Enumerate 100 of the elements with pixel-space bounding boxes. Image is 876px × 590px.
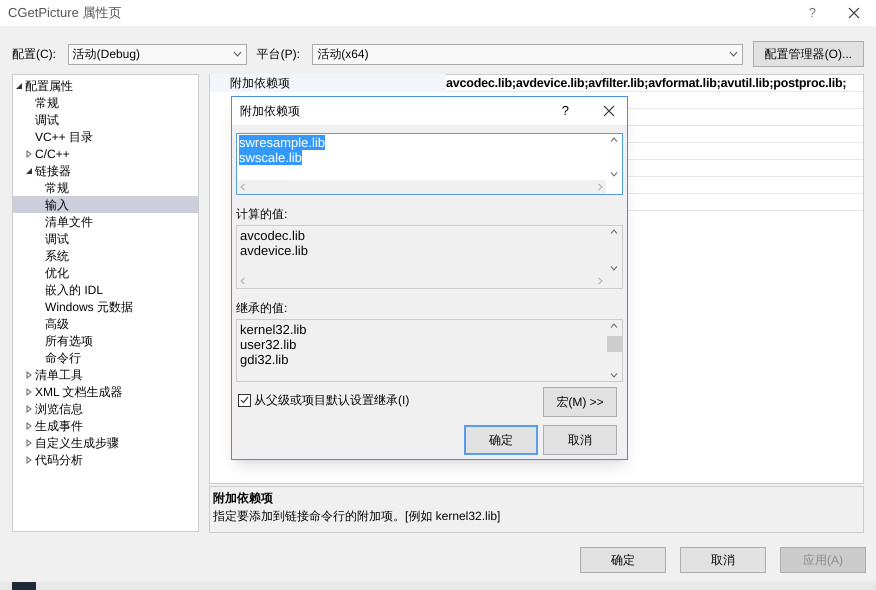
collapsed-triangle-icon <box>25 404 33 412</box>
tree-item[interactable]: 清单文件 <box>13 213 198 230</box>
collapsed-triangle-icon <box>25 422 33 430</box>
tree-item-label: 嵌入的 IDL <box>45 282 104 298</box>
ok-button[interactable]: 确定 <box>464 425 538 455</box>
tree-item-label: 清单文件 <box>45 214 93 230</box>
tree-item[interactable]: 配置属性 <box>13 77 198 94</box>
tree-item-label: 清单工具 <box>35 366 83 384</box>
tree-item[interactable]: 浏览信息 <box>13 400 198 417</box>
macro-button[interactable]: 宏(M) >> <box>543 387 617 417</box>
tree-item[interactable]: 输入 <box>13 196 198 213</box>
description-title: 附加依赖项 <box>213 490 274 507</box>
tree-item[interactable]: 命令行 <box>13 349 198 366</box>
scrollbar-thumb[interactable] <box>606 336 622 352</box>
collapsed-triangle-icon <box>25 438 33 446</box>
field-label: 配置(C): <box>12 46 57 63</box>
tree-item[interactable]: 生成事件 <box>13 417 198 434</box>
collapsed-triangle-icon <box>25 388 33 396</box>
dropdown[interactable]: 活动(x64) <box>312 44 743 64</box>
tree-item[interactable]: 系统 <box>13 247 198 264</box>
tree-item[interactable]: 所有选项 <box>13 332 198 349</box>
property-name: 附加依赖项 <box>210 74 446 92</box>
tree-item-label: VC++ 目录 <box>35 128 94 146</box>
tree-item-label: 命令行 <box>45 350 81 366</box>
list-item: user32.lib <box>240 337 298 352</box>
expanded-triangle-icon <box>15 82 23 90</box>
scroll-down-icon <box>610 373 618 378</box>
help-button[interactable]: ? <box>562 101 569 121</box>
list-item: avdevice.lib <box>240 243 309 258</box>
tree-item[interactable]: C/C++ <box>13 145 198 162</box>
close-icon <box>603 105 615 117</box>
close-button[interactable] <box>603 105 615 117</box>
tree-item-label: 常规 <box>45 180 69 196</box>
dropdown-value: 活动(Debug) <box>72 46 142 63</box>
section-label: 继承的值: <box>236 300 288 317</box>
dialog-title: 附加依赖项 <box>239 103 301 120</box>
field-label: 平台(P): <box>256 46 301 63</box>
section-label: 计算的值: <box>236 206 288 223</box>
tree-item[interactable]: 调试 <box>13 111 198 128</box>
scroll-down-icon <box>610 266 618 271</box>
tree-item-label: 调试 <box>35 112 59 128</box>
collapsed-triangle-icon <box>25 370 33 378</box>
tree-item-label: 所有选项 <box>45 332 93 350</box>
tree-item-label: 浏览信息 <box>35 400 83 418</box>
scroll-left-icon <box>240 183 245 191</box>
tree-item[interactable]: 自定义生成步骤 <box>13 434 198 451</box>
chevron-down-icon <box>728 51 738 57</box>
scroll-down-icon <box>610 172 618 177</box>
tree-item-label: 配置属性 <box>25 78 73 94</box>
scroll-right-icon <box>598 183 603 191</box>
tree-item[interactable]: XML 文档生成器 <box>13 383 198 400</box>
scroll-left-icon <box>240 277 245 285</box>
expanded-triangle-icon <box>25 166 33 174</box>
tree-item[interactable]: 代码分析 <box>13 451 198 468</box>
tree-item-label: 高级 <box>45 316 69 332</box>
config-manager-button[interactable]: 配置管理器(O)... <box>752 41 864 67</box>
description-text: 指定要添加到链接命令行的附加项。[例如 kernel32.lib] <box>213 508 502 525</box>
help-button[interactable]: ? <box>808 3 816 23</box>
tree-item[interactable]: 嵌入的 IDL <box>13 281 198 298</box>
tree-item[interactable]: 调试 <box>13 230 198 247</box>
tree-item[interactable]: 常规 <box>13 179 198 196</box>
scroll-right-icon <box>598 277 603 285</box>
cancel-button[interactable]: 取消 <box>543 425 617 455</box>
tree-item-label: 常规 <box>35 94 59 112</box>
list-item: avcodec.lib <box>240 228 306 243</box>
collapsed-triangle-icon <box>25 150 33 158</box>
tree-item-label: 代码分析 <box>35 452 83 468</box>
scroll-up-icon <box>610 323 618 328</box>
tree-item[interactable]: 高级 <box>13 315 198 332</box>
tree-item[interactable]: 优化 <box>13 264 198 281</box>
tree-item-label: 自定义生成步骤 <box>35 434 119 452</box>
scroll-up-icon <box>610 137 618 142</box>
list-item: gdi32.lib <box>240 352 290 367</box>
close-button[interactable] <box>848 7 860 19</box>
checkbox-label: 从父级或项目默认设置继承(I) <box>254 392 410 409</box>
tree-item[interactable]: 链接器 <box>13 162 198 179</box>
tree-item-label: 调试 <box>45 230 69 248</box>
tree-item-label: Windows 元数据 <box>45 298 134 316</box>
tree-item-label: 优化 <box>45 264 69 282</box>
tree-item[interactable]: 常规 <box>13 94 198 111</box>
dropdown[interactable]: 活动(Debug) <box>68 44 247 64</box>
scroll-up-icon <box>610 229 618 234</box>
dialog-button[interactable]: 取消 <box>680 547 766 573</box>
tree-item-label: 输入 <box>45 196 69 214</box>
tree-item-label: 链接器 <box>35 162 71 180</box>
tree-item-label: XML 文档生成器 <box>35 384 123 400</box>
checkmark-icon <box>240 396 249 404</box>
tree-item[interactable]: VC++ 目录 <box>13 128 198 145</box>
checkbox[interactable] <box>238 394 251 406</box>
tree-item[interactable]: 清单工具 <box>13 366 198 383</box>
tree-item[interactable]: Windows 元数据 <box>13 298 198 315</box>
list-item: kernel32.lib <box>240 322 308 337</box>
property-value: avcodec.lib;avdevice.lib;avfilter.lib;avformat.lib;avutil.lib;postproc.lib; <box>446 74 846 92</box>
collapsed-triangle-icon <box>25 456 33 464</box>
dialog-button[interactable]: 确定 <box>580 547 666 573</box>
window-title: CGetPicture 属性页 <box>8 4 122 22</box>
close-icon <box>848 7 860 19</box>
chevron-down-icon <box>232 51 242 57</box>
tree-item-label: 生成事件 <box>35 418 83 434</box>
tree-item-label: 系统 <box>45 248 69 264</box>
